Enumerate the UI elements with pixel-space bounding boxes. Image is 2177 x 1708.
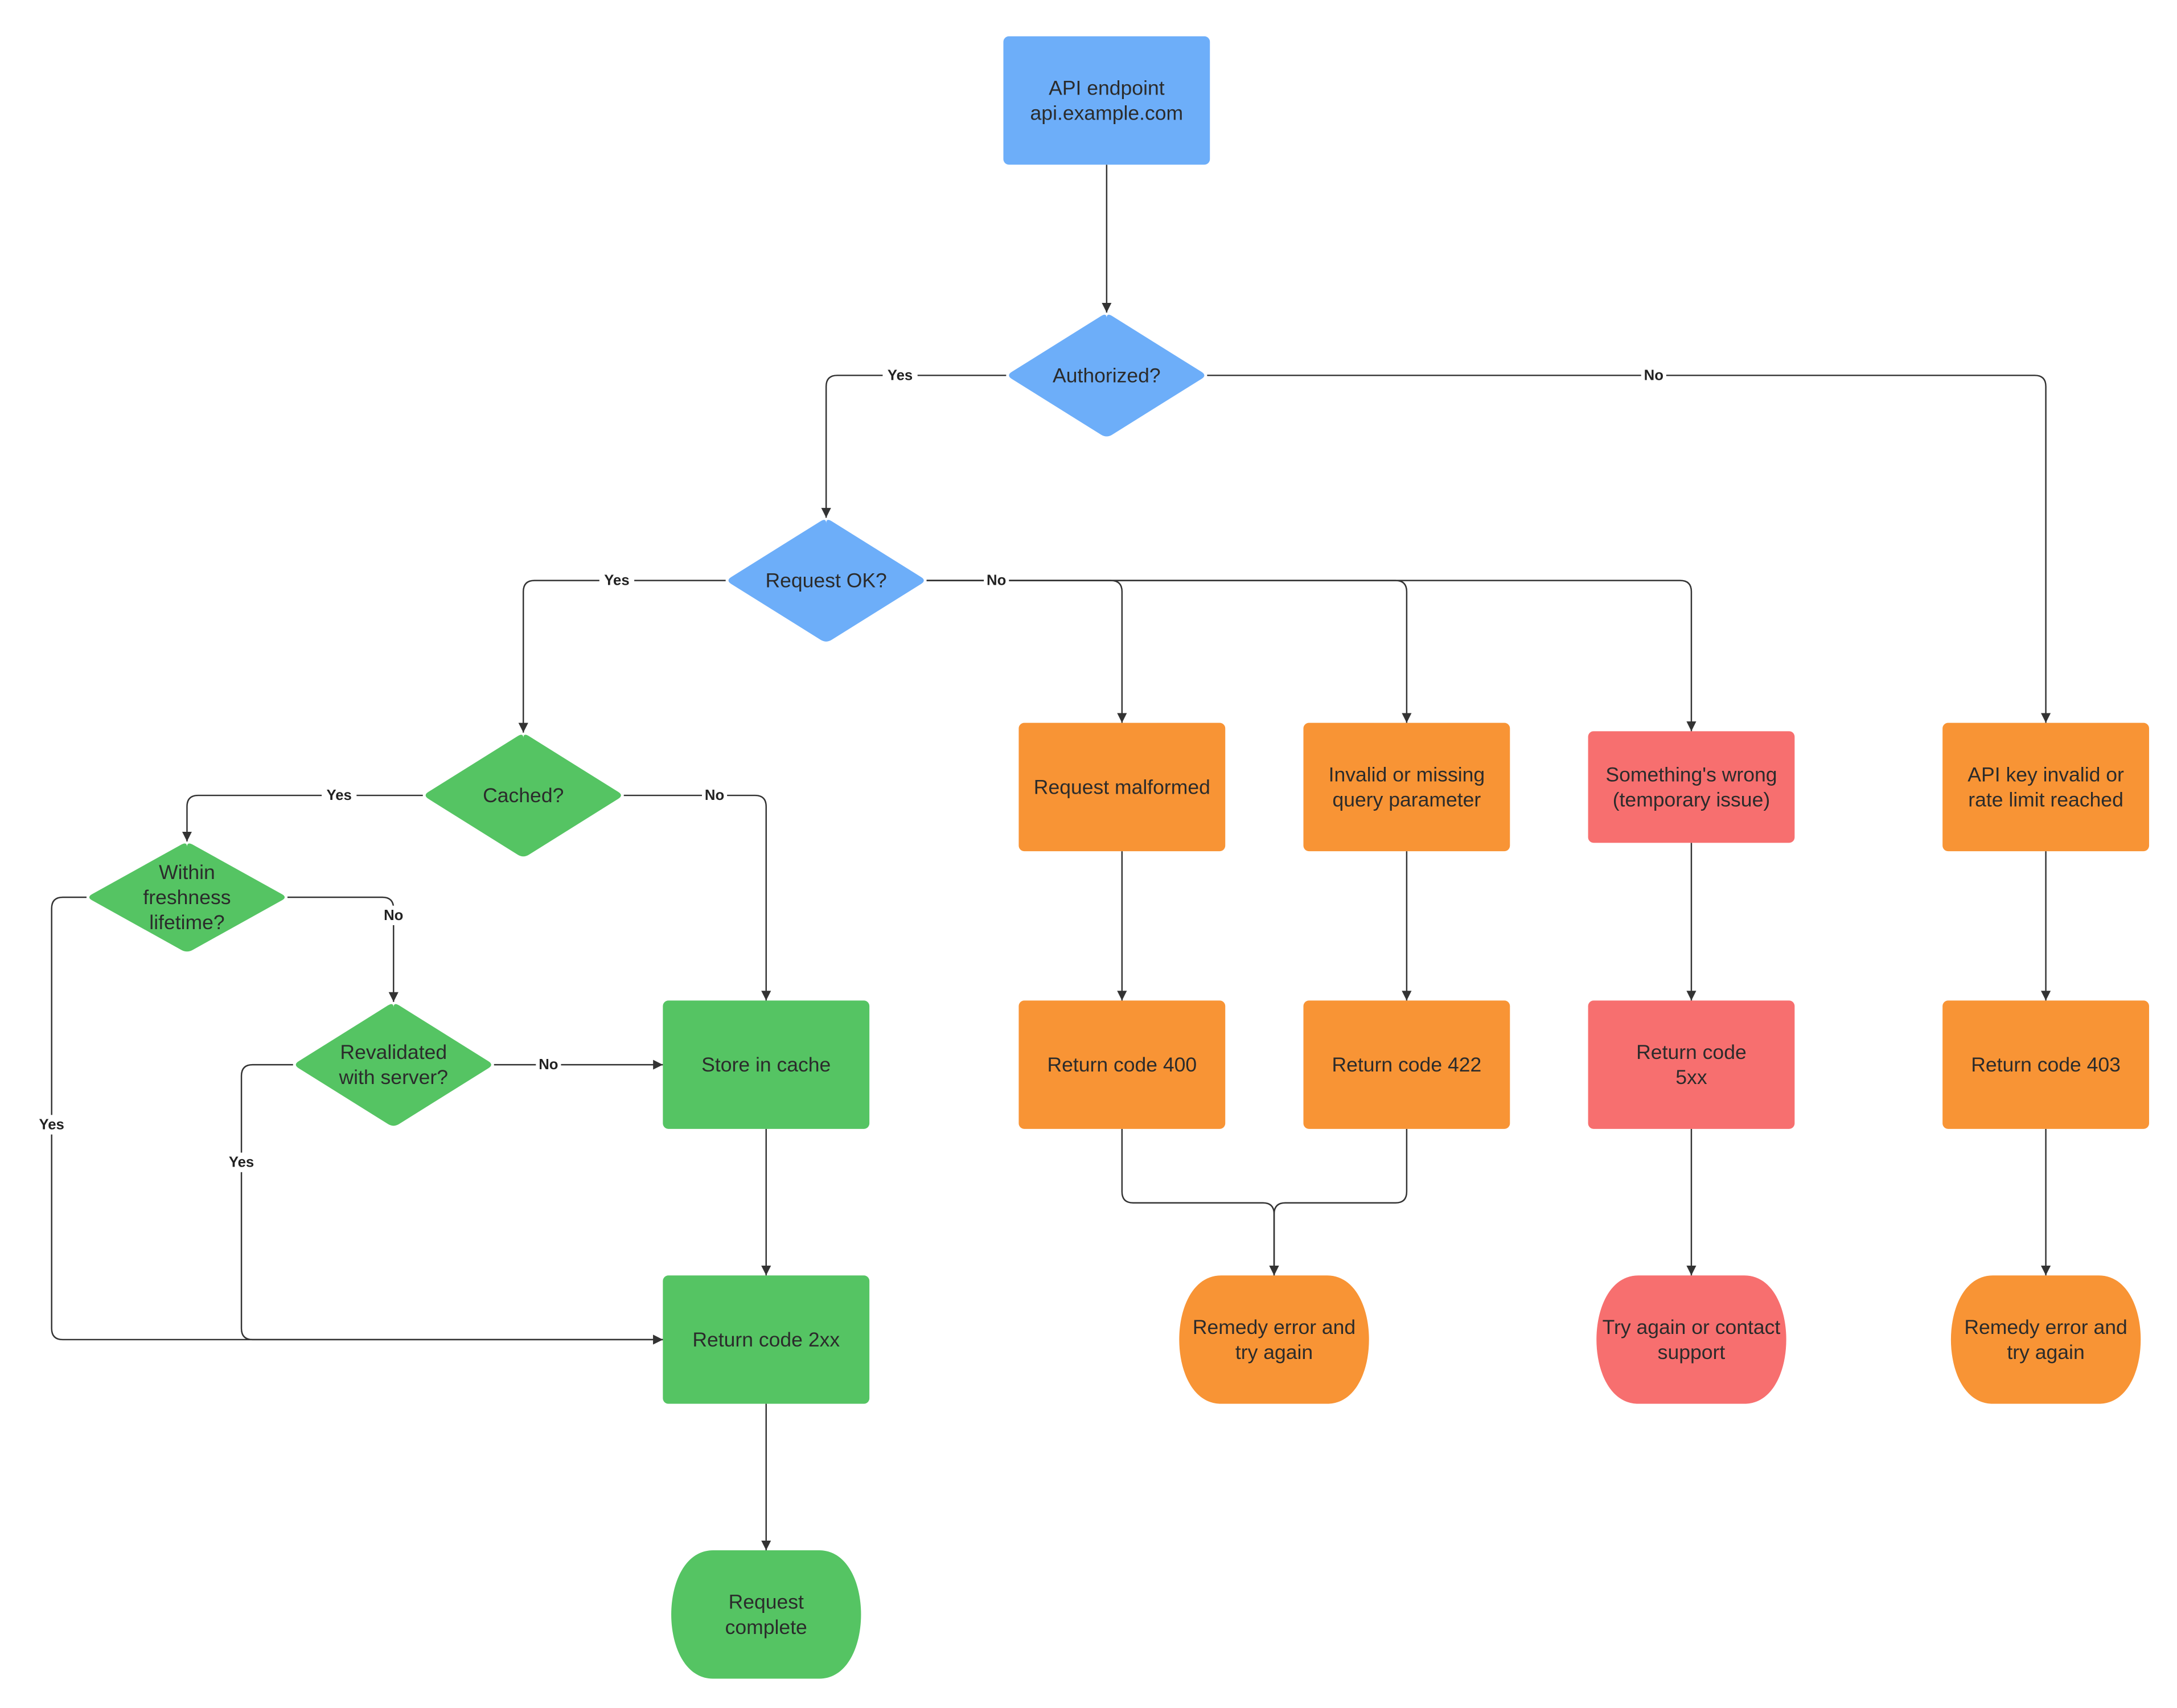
node-label: Return code	[1636, 1041, 1747, 1064]
node-label: Remedy error and	[1193, 1316, 1356, 1339]
edge-label-yes: Yes	[224, 1152, 259, 1172]
node-store-in-cache[interactable]: Store in cache	[663, 1000, 870, 1129]
node-return-2xx[interactable]: Return code 2xx	[663, 1275, 870, 1404]
node-label: (temporary issue)	[1613, 788, 1770, 811]
diamond-shape	[295, 1004, 491, 1126]
node-request-complete[interactable]: Request complete	[671, 1550, 861, 1679]
edge-label-no: No	[381, 905, 406, 925]
node-return-422[interactable]: Return code 422	[1303, 1000, 1510, 1129]
terminal-shape	[1950, 1275, 2141, 1404]
node-remedy-error-1[interactable]: Remedy error andtry again	[1179, 1275, 1369, 1404]
edge-label-no: No	[536, 1054, 561, 1075]
node-request-ok[interactable]: Request OK?	[728, 520, 924, 642]
node-label: Return code 400	[1047, 1053, 1197, 1076]
node-label: Return code 2xx	[692, 1328, 840, 1351]
edge-request-ok-to-something-wrong	[926, 580, 1697, 732]
terminal-shape	[1179, 1275, 1369, 1404]
node-label: support	[1658, 1341, 1726, 1364]
node-label: complete	[725, 1616, 807, 1639]
node-label: Cached?	[483, 784, 564, 807]
svg-text:No: No	[987, 573, 1006, 589]
node-label: query parameter	[1333, 788, 1481, 811]
node-label: 5xx	[1675, 1066, 1707, 1089]
edge-label-yes: Yes	[882, 366, 918, 385]
node-cached[interactable]: Cached?	[425, 734, 621, 857]
edge-return-422-to-remedy-error-1	[1269, 1128, 1408, 1276]
edge-label-yes: Yes	[34, 1115, 69, 1135]
node-something-wrong[interactable]: Something's wrong(temporary issue)	[1588, 731, 1795, 843]
svg-text:No: No	[384, 908, 403, 923]
edge-within-freshness-to-revalidated	[287, 896, 399, 1002]
node-label: Request OK?	[765, 569, 886, 592]
node-label: API endpoint	[1049, 76, 1165, 99]
node-label: Remedy error and	[1964, 1316, 2127, 1339]
rect-shape	[1303, 722, 1510, 852]
edge-label-no: No	[984, 570, 1009, 590]
node-label: try again	[1235, 1341, 1313, 1364]
node-label: Within	[159, 861, 215, 884]
node-label: api.example.com	[1030, 102, 1184, 125]
node-label: freshness	[143, 886, 231, 909]
edge-within-freshness-to-return-2xx	[51, 896, 663, 1345]
node-label: Request malformed	[1034, 775, 1210, 798]
edge-request-ok-to-cached	[518, 580, 726, 733]
rect-shape	[1942, 722, 2149, 852]
node-label: lifetime?	[149, 911, 224, 934]
edge-label-yes: Yes	[322, 785, 357, 806]
node-invalid-query[interactable]: Invalid or missingquery parameter	[1303, 722, 1510, 852]
svg-text:No: No	[1644, 367, 1663, 383]
node-label: Authorized?	[1053, 364, 1161, 387]
edge-revalidated-to-return-2xx	[240, 1064, 663, 1345]
svg-text:Yes: Yes	[326, 787, 351, 803]
edge-request-ok-to-request-malformed	[926, 580, 1127, 723]
rect-shape	[1003, 36, 1210, 165]
node-request-malformed[interactable]: Request malformed	[1018, 722, 1226, 852]
node-api-key-invalid[interactable]: API key invalid orrate limit reached	[1942, 722, 2149, 852]
svg-text:No: No	[539, 1057, 558, 1073]
node-revalidated[interactable]: Revalidatedwith server?	[295, 1004, 491, 1126]
edge-cached-to-store-in-cache	[623, 794, 771, 1001]
svg-text:Yes: Yes	[604, 573, 629, 589]
svg-text:No: No	[705, 787, 724, 803]
edge-label-yes: Yes	[599, 570, 635, 590]
edge-authorized-to-request-ok	[821, 375, 1007, 518]
node-return-5xx[interactable]: Return code5xx	[1588, 1000, 1795, 1129]
edge-request-ok-to-invalid-query	[926, 580, 1412, 723]
edge-return-400-to-remedy-error-1	[1121, 1128, 1279, 1276]
svg-text:Yes: Yes	[229, 1155, 254, 1171]
node-label: Return code 422	[1332, 1053, 1482, 1076]
node-api-endpoint[interactable]: API endpoint api.example.com	[1003, 36, 1210, 165]
node-label: rate limit reached	[1968, 788, 2123, 811]
node-within-freshness[interactable]: Withinfreshnesslifetime?	[89, 843, 285, 952]
svg-text:Yes: Yes	[888, 367, 913, 383]
node-label: Revalidated	[340, 1041, 447, 1064]
node-label: with server?	[338, 1066, 448, 1089]
node-return-400[interactable]: Return code 400	[1018, 1000, 1226, 1129]
flowchart-canvas: API endpoint api.example.com Authorized? Re…	[34, 36, 2149, 1679]
node-label: try again	[2007, 1341, 2084, 1364]
node-label: Try again or contact	[1603, 1316, 1781, 1339]
node-label: Return code 403	[1971, 1053, 2121, 1076]
terminal-shape	[671, 1550, 861, 1679]
node-try-again-support[interactable]: Try again or contactsupport	[1596, 1275, 1786, 1404]
rect-shape	[1588, 731, 1795, 843]
svg-text:Yes: Yes	[39, 1116, 64, 1132]
edge-authorized-to-api-key-invalid	[1207, 375, 2051, 723]
node-label: Invalid or missing	[1329, 763, 1485, 786]
node-remedy-error-2[interactable]: Remedy error andtry again	[1950, 1275, 2141, 1404]
nodes-layer: API endpoint api.example.com Authorized? Re…	[89, 36, 2149, 1679]
edge-label-no: No	[701, 785, 728, 806]
node-label: Something's wrong	[1605, 763, 1777, 786]
edge-cached-to-within-freshness	[182, 794, 423, 841]
node-label: API key invalid or	[1967, 763, 2124, 786]
rect-shape	[1588, 1000, 1795, 1129]
edge-label-no: No	[1641, 366, 1666, 385]
node-authorized[interactable]: Authorized?	[1009, 314, 1205, 437]
terminal-shape	[1596, 1275, 1786, 1404]
node-return-403[interactable]: Return code 403	[1942, 1000, 2149, 1129]
node-label: Store in cache	[701, 1053, 831, 1076]
node-label: Request	[729, 1591, 804, 1613]
